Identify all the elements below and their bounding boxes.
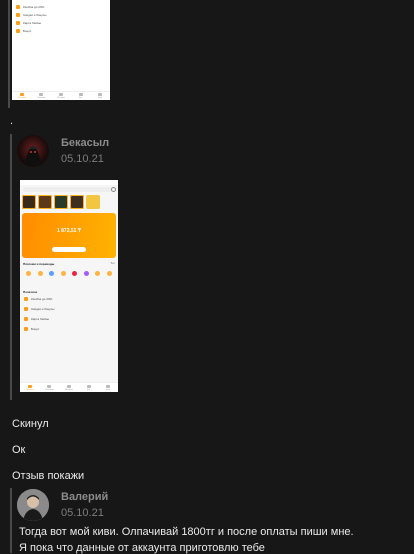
- tab-chat: Чат: [76, 93, 86, 99]
- avatar-image: [17, 489, 49, 521]
- search-bar: [23, 187, 111, 192]
- separator-dot: .: [10, 115, 14, 127]
- status-bar: [20, 180, 118, 185]
- list-item[interactable]: Карта Халвы: [24, 316, 114, 322]
- discount-icon: [24, 307, 28, 311]
- payment-categories: [23, 271, 115, 277]
- story-card: [54, 195, 68, 209]
- story-row: [22, 195, 100, 209]
- chat-message: Отзыв покажи: [12, 470, 85, 482]
- payment-category[interactable]: [92, 271, 104, 277]
- menu-item: Кэшбэк до 20%: [16, 4, 106, 10]
- quote-bar-post1: [10, 134, 12, 400]
- bonus-icon: [24, 327, 28, 331]
- list-item[interactable]: Бонус: [24, 326, 114, 332]
- story-card: [22, 195, 36, 209]
- payment-category[interactable]: [104, 271, 116, 277]
- payment-category[interactable]: [46, 271, 58, 277]
- bonus-icon: [16, 29, 20, 33]
- story-card: [86, 195, 100, 209]
- story-card: [38, 195, 52, 209]
- tab-bar: Главная Платежи История Чат Ещё: [20, 382, 118, 392]
- attached-screenshot-1[interactable]: Кэшбэк до 20% Скидки и бонусы Карта Халв…: [12, 0, 110, 100]
- payment-category[interactable]: [58, 271, 70, 277]
- balance-amount: 1 872,51 ₸: [56, 228, 82, 234]
- author-name[interactable]: Бекасыл: [61, 137, 109, 149]
- payment-category[interactable]: [35, 271, 47, 277]
- tab-more: Ещё: [95, 93, 105, 99]
- payment-category[interactable]: [69, 271, 81, 277]
- payment-category[interactable]: [23, 271, 35, 277]
- cashback-icon: [24, 297, 28, 301]
- avatar-image: [25, 146, 41, 165]
- tab-payments[interactable]: Платежи: [44, 384, 54, 391]
- tab-home[interactable]: Главная: [25, 384, 35, 391]
- cashback-icon: [16, 5, 20, 9]
- menu-item: Бонус: [16, 28, 106, 34]
- message-line: Тогда вот мой киви. Олпачивай 1800тг и п…: [19, 526, 354, 538]
- refresh-icon: [111, 187, 116, 192]
- tab-bar: Главная Платежи История Чат Ещё: [12, 91, 110, 100]
- chat-message: Ок: [12, 444, 26, 456]
- payment-category[interactable]: [81, 271, 93, 277]
- avatar[interactable]: [17, 135, 49, 167]
- payments-title: Платежи и переводы: [23, 262, 55, 266]
- author-name[interactable]: Валерий: [61, 491, 108, 503]
- card-icon: [16, 21, 20, 25]
- topup-button[interactable]: [52, 247, 86, 252]
- menu-item: Карта Халвы: [16, 20, 106, 26]
- payments-all-link[interactable]: Все: [111, 262, 115, 265]
- tab-chat[interactable]: Чат: [84, 384, 94, 391]
- quote-bar-post2: [10, 488, 12, 553]
- balance-card[interactable]: 1 872,51 ₸: [22, 213, 116, 258]
- tab-history: История: [56, 93, 66, 99]
- tab-more[interactable]: Ещё: [103, 384, 113, 391]
- attached-screenshot-2[interactable]: 1 872,51 ₸ Платежи и переводы Все Полезн…: [20, 180, 118, 392]
- chat-message: Скинул: [12, 418, 49, 430]
- post-date: 05.10.21: [61, 507, 104, 519]
- menu-item: Скидки и бонусы: [16, 12, 106, 18]
- post-date: 05.10.21: [61, 153, 104, 165]
- tab-payments: Платежи: [36, 93, 46, 99]
- message-line: Я пока что данные от аккаунта приготовлю…: [19, 542, 265, 554]
- discount-icon: [16, 13, 20, 17]
- list-item[interactable]: Кэшбэк до 20%: [24, 296, 114, 302]
- tab-history[interactable]: История: [64, 384, 74, 391]
- tab-home: Главная: [17, 93, 27, 99]
- quote-bar-top: [8, 0, 10, 108]
- list-title: Полезное: [23, 290, 38, 294]
- story-card: [70, 195, 84, 209]
- card-icon: [24, 317, 28, 321]
- list-item[interactable]: Скидки и бонусы: [24, 306, 114, 312]
- avatar[interactable]: [17, 489, 49, 521]
